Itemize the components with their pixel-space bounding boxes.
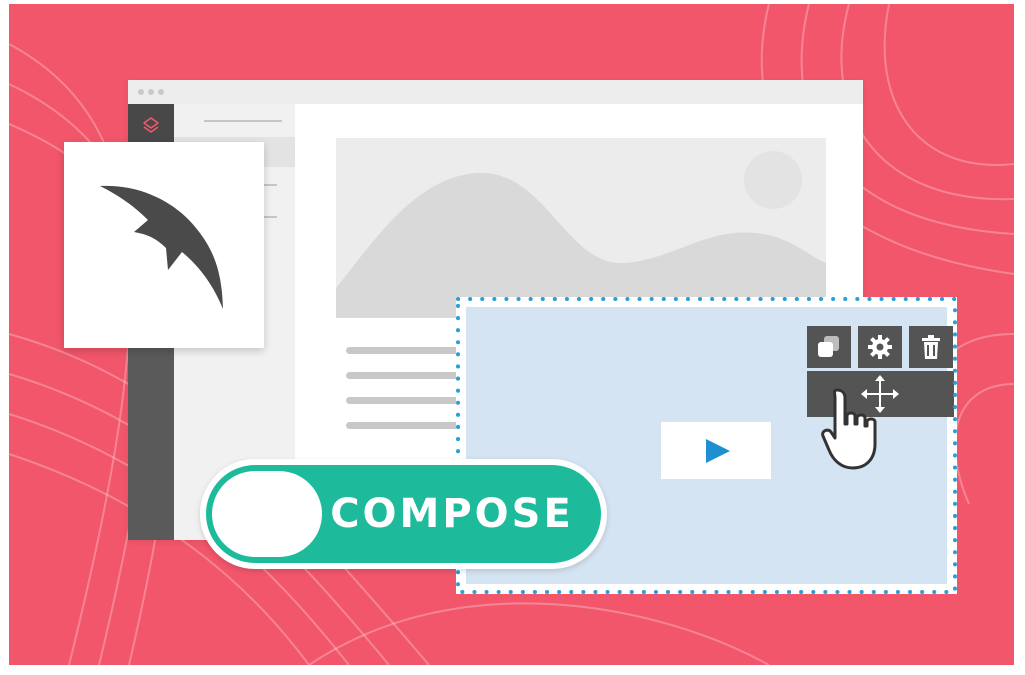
window-dot — [138, 89, 144, 95]
hero-banner: COMPOSE — [9, 4, 1014, 665]
landscape-image-icon — [336, 151, 826, 318]
window-dot — [148, 89, 154, 95]
logo-card — [64, 142, 264, 348]
side-panel-title-line — [204, 120, 282, 122]
quill-feather-icon — [100, 185, 223, 309]
compose-toggle[interactable]: COMPOSE — [200, 459, 607, 569]
hand-pointer-icon — [821, 388, 877, 470]
window-dot — [158, 89, 164, 95]
browser-title-bar — [128, 80, 863, 104]
compose-label: COMPOSE — [330, 491, 574, 537]
toggle-knob[interactable] — [212, 471, 322, 557]
hero-image-placeholder — [336, 138, 826, 318]
